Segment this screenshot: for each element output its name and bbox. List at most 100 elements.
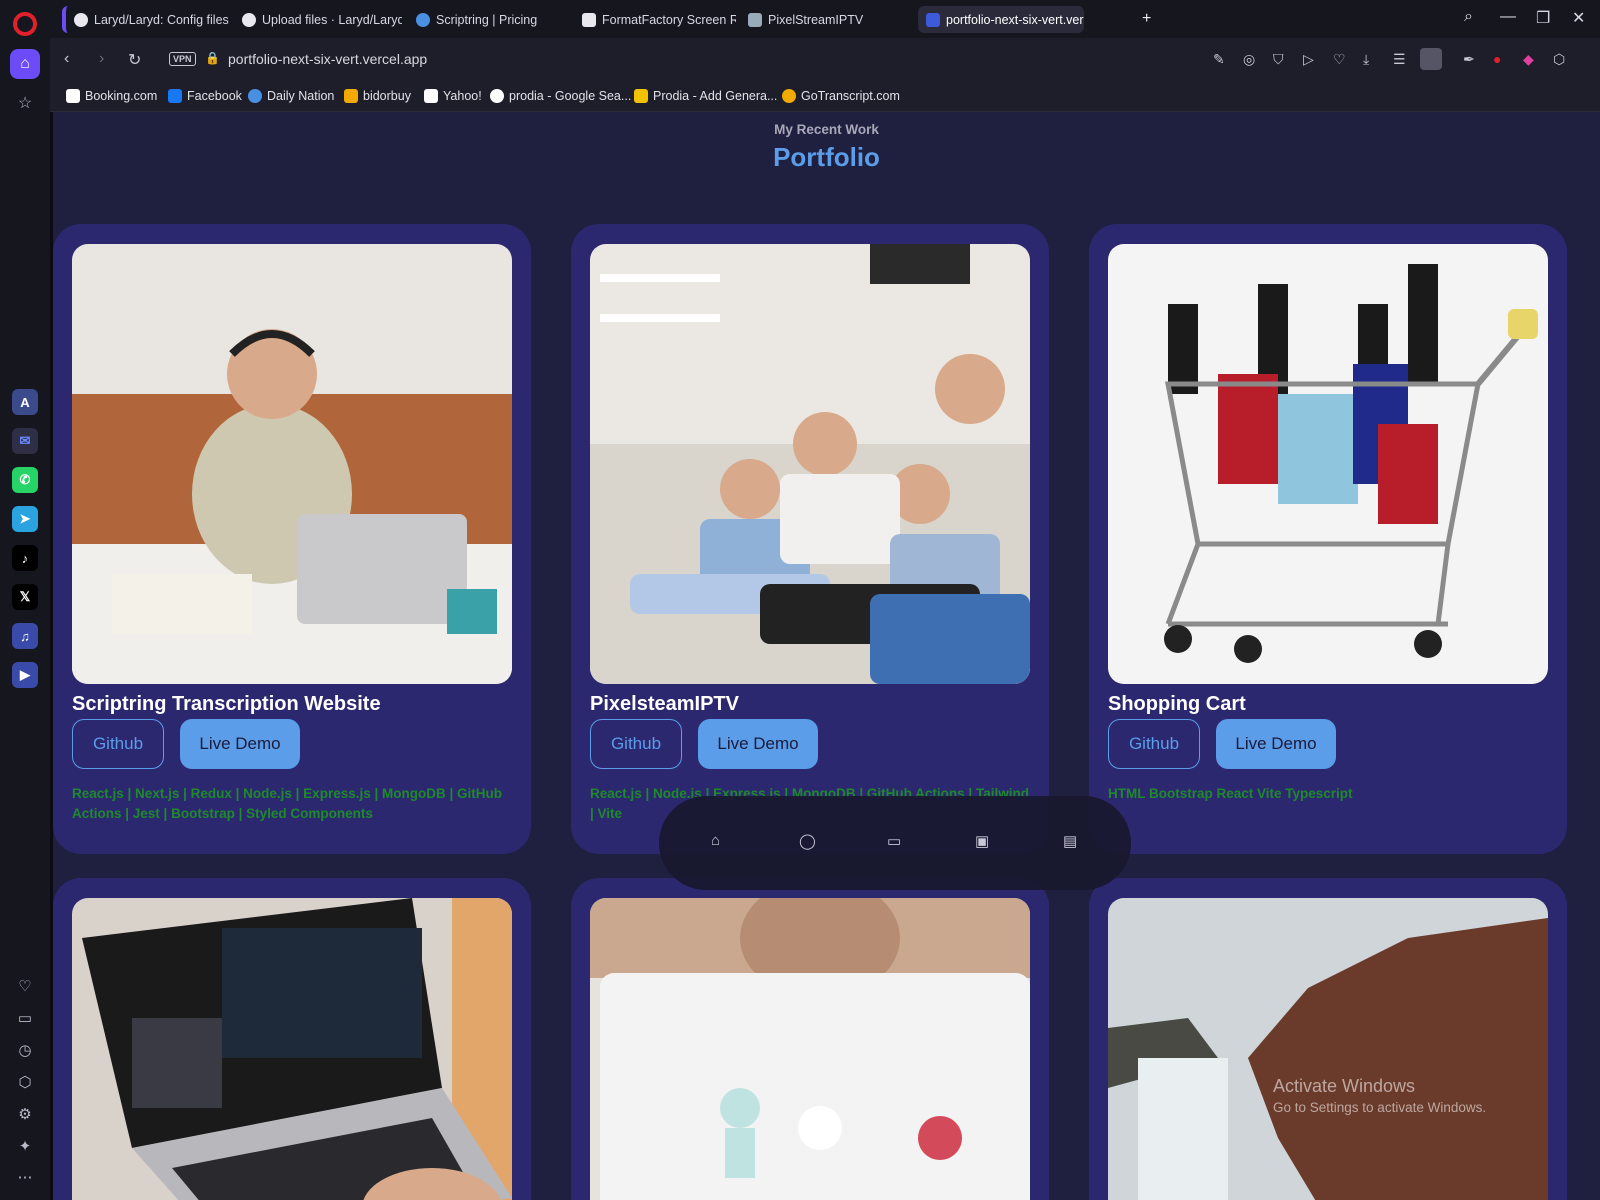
- download-icon[interactable]: ⤓: [1363, 51, 1369, 68]
- tab-portfolio[interactable]: portfolio-next-six-vert.verc: [918, 6, 1084, 33]
- page-icon: [66, 89, 80, 103]
- player-icon[interactable]: ▶: [12, 662, 38, 688]
- profile-avatar[interactable]: [1420, 48, 1442, 70]
- new-tab-plus-icon[interactable]: +: [1142, 10, 1151, 28]
- home-icon[interactable]: ⌂: [10, 49, 40, 79]
- tab-scriptring-pricing[interactable]: Scriptring | Pricing: [408, 6, 568, 33]
- bookmark-label: Daily Nation: [267, 89, 335, 103]
- tech-stack: React.js | Next.js | Redux | Node.js | E…: [72, 786, 503, 821]
- bookmark-yahoo[interactable]: Yahoo!: [424, 89, 482, 103]
- tab-pixelstream[interactable]: PixelStreamIPTV: [740, 6, 900, 33]
- github-button[interactable]: Github: [590, 719, 682, 769]
- bookmark-gotranscript[interactable]: GoTranscript.com: [782, 89, 900, 103]
- project-card: Shopping Cart Github Live Demo HTML Boot…: [1089, 224, 1567, 854]
- minimize-icon[interactable]: —: [1500, 8, 1516, 26]
- tab-label: FormatFactory Screen Rec: [602, 12, 736, 27]
- pinboard-icon[interactable]: ☆: [10, 88, 40, 118]
- extensions-cube-icon[interactable]: ⬡: [1553, 51, 1565, 68]
- tab-label: PixelStreamIPTV: [768, 12, 864, 27]
- vpn-badge[interactable]: VPN: [169, 52, 196, 66]
- tab-formatfactory[interactable]: FormatFactory Screen Rec: [574, 6, 736, 33]
- book-icon[interactable]: ▭: [887, 832, 901, 850]
- activate-windows-title: Activate Windows: [1273, 1076, 1416, 1096]
- x-twitter-icon[interactable]: 𝕏: [12, 584, 38, 610]
- globe-icon: [248, 89, 262, 103]
- bookmark-bidorbuy[interactable]: bidorbuy: [344, 89, 411, 103]
- close-icon[interactable]: ✕: [1572, 8, 1585, 28]
- opera-logo-icon[interactable]: [13, 12, 37, 36]
- home-icon[interactable]: ⌂: [711, 832, 720, 849]
- google-icon: [490, 89, 504, 103]
- tab-laryd-config[interactable]: Laryd/Laryd: Config files fo: [62, 6, 230, 33]
- bookmark-label: GoTranscript.com: [801, 89, 900, 103]
- telegram-icon[interactable]: ➤: [12, 506, 38, 532]
- menu-icon[interactable]: ☰: [1393, 51, 1406, 68]
- message-icon[interactable]: ▤: [1063, 832, 1077, 850]
- settings-icon[interactable]: ⚙: [14, 1103, 36, 1125]
- heart-icon[interactable]: ♡: [1333, 51, 1346, 68]
- live-demo-button[interactable]: Live Demo: [180, 719, 300, 769]
- bookmark-label: bidorbuy: [363, 89, 411, 103]
- bookmark-label: Booking.com: [85, 89, 158, 103]
- project-image: [72, 244, 512, 684]
- formatfactory-icon: [582, 12, 596, 27]
- tech-stack: HTML Bootstrap React Vite Typescript: [1108, 786, 1353, 801]
- forward-icon[interactable]: ›: [99, 50, 104, 68]
- section-title: Portfolio: [773, 142, 880, 172]
- lock-icon[interactable]: 🔒: [205, 51, 220, 65]
- github-button[interactable]: Github: [72, 719, 164, 769]
- user-icon[interactable]: ◯: [799, 832, 816, 850]
- github-icon: [242, 12, 256, 27]
- restore-icon[interactable]: ❐: [1536, 8, 1550, 28]
- tips-icon[interactable]: ✦: [14, 1135, 36, 1157]
- address-bar: ‹ › ↻ VPN 🔒 portfolio-next-six-vert.verc…: [50, 38, 1600, 82]
- project-image: [1108, 244, 1548, 684]
- tab-bar: Laryd/Laryd: Config files fo Upload file…: [50, 0, 1600, 38]
- extension-color-icon[interactable]: ◆: [1523, 51, 1534, 68]
- aria-app-icon[interactable]: A: [12, 389, 38, 415]
- reload-icon[interactable]: ↻: [128, 50, 141, 70]
- back-icon[interactable]: ‹: [64, 50, 69, 68]
- url-tld: .vercel.app: [358, 51, 428, 67]
- project-title: Scriptring Transcription Website: [72, 693, 381, 715]
- whatsapp-icon[interactable]: ✆: [12, 467, 38, 493]
- project-title: PixelsteamIPTV: [590, 693, 739, 715]
- tab-upload-files[interactable]: Upload files · Laryd/Laryd: [234, 6, 402, 33]
- project-title: Shopping Cart: [1108, 693, 1246, 715]
- bookmark-prodia-add[interactable]: Prodia - Add Genera...: [634, 89, 777, 103]
- shield-icon[interactable]: ⛉: [1273, 51, 1284, 68]
- live-demo-button[interactable]: Live Demo: [1216, 719, 1336, 769]
- bookmark-booking[interactable]: Booking.com: [66, 89, 157, 103]
- tiktok-icon[interactable]: ♪: [12, 545, 38, 571]
- bookmark-daily-nation[interactable]: Daily Nation: [248, 89, 334, 103]
- more-icon[interactable]: ⋯: [14, 1166, 36, 1188]
- portfolio-icon: [926, 12, 940, 27]
- edit-icon[interactable]: ✎: [1213, 51, 1225, 68]
- heart-icon[interactable]: ♡: [14, 975, 36, 997]
- bookmark-label: Yahoo!: [443, 89, 482, 103]
- github-button[interactable]: Github: [1108, 719, 1200, 769]
- project-card: Scriptring Transcription Website Github …: [53, 224, 531, 854]
- messenger-icon[interactable]: ✉: [12, 428, 38, 454]
- bookmark-facebook[interactable]: Facebook: [168, 89, 242, 103]
- tab-label: portfolio-next-six-vert.verc: [946, 12, 1084, 27]
- camera-icon[interactable]: ◎: [1243, 51, 1255, 68]
- history-icon[interactable]: ◷: [14, 1039, 36, 1061]
- url-field[interactable]: portfolio-next-six-vert.vercel.app: [228, 51, 427, 67]
- extensions-icon[interactable]: ⬡: [14, 1071, 36, 1093]
- extension-feather-icon[interactable]: ✒: [1463, 51, 1475, 68]
- page-icon: [424, 89, 438, 103]
- briefcase-icon[interactable]: ▣: [975, 832, 989, 850]
- live-demo-button[interactable]: Live Demo: [698, 719, 818, 769]
- portfolio-page: My Recent Work Portfolio Scriptring Tran…: [53, 112, 1600, 1200]
- project-image: [72, 898, 512, 1200]
- music-player-icon[interactable]: ♫: [12, 623, 38, 649]
- bookmark-prodia-google[interactable]: prodia - Google Sea...: [490, 89, 631, 103]
- play-icon[interactable]: ▷: [1303, 51, 1314, 68]
- search-tabs-icon[interactable]: ⌕: [1464, 8, 1473, 26]
- extension-adblock-icon[interactable]: ●: [1493, 51, 1501, 67]
- tab-label: Upload files · Laryd/Laryd: [262, 12, 402, 27]
- pixelstream-icon: [748, 12, 762, 27]
- tabs-icon[interactable]: ▭: [14, 1007, 36, 1029]
- project-image: [590, 898, 1030, 1200]
